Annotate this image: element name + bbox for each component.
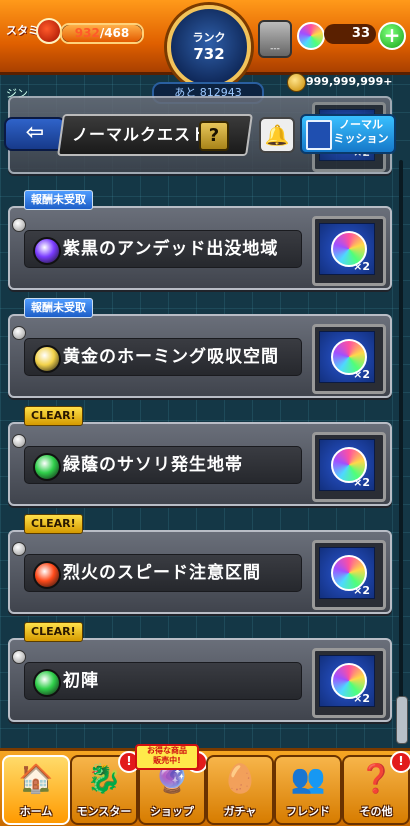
reward-count: ×2 [353,260,370,273]
stamina-icon [36,18,62,44]
quest-name-bar: 黄金のホーミング吸収空間 [24,338,302,376]
scrollbar-track[interactable] [399,160,403,720]
nav-gacha-label: ガチャ [223,805,257,818]
quest-name: 紫黒のアンデッド出没地域 [63,239,279,259]
item-box-count: --- [270,44,280,54]
quest-name: 緑蔭のサソリ発生地帯 [63,455,243,475]
element-icon [33,561,61,589]
back-button[interactable]: ⇦ [4,117,66,151]
nav-monster-label: モンスター [76,805,132,818]
rank-label: ランク [192,31,226,44]
quest-card[interactable]: 黄金のホーミング吸収空間 ×2 [8,314,392,398]
reward-count: ×2 [353,476,370,489]
reward-frame: ×2 [319,331,375,383]
quest-name: 黄金のホーミング吸収空間 [63,347,279,367]
element-icon [33,345,61,373]
stamina-text: 932/468 [62,25,142,42]
element-icon [33,669,61,697]
quest-name-bar: 烈火のスピード注意区間 [24,554,302,592]
clear-badge: CLEAR! [24,406,83,426]
clear-badge: CLEAR! [24,514,83,534]
stamina-current: 932 [74,26,100,40]
gold-amount: 999,999,999+ [306,75,393,88]
nav-monster[interactable]: 🐉 モンスター ! [70,751,140,825]
other-alert-badge: ! [390,751,410,773]
pin-icon [12,542,26,556]
nav-friend[interactable]: 👥 フレンド [274,755,342,825]
quest-card[interactable]: 緑蔭のサソリ発生地帯 ×2 [8,422,392,506]
quest-name-bar: 紫黒のアンデッド出没地域 [24,230,302,268]
pin-icon [12,434,26,448]
pin-icon [12,650,26,664]
rank-value: 732 [193,45,225,63]
reward-slot: ×2 [312,432,386,502]
pin-icon [12,326,26,340]
mission-label-line1: ノーマル [339,118,383,131]
element-icon [33,237,61,265]
nav-home[interactable]: 🏠 ホーム [2,755,70,825]
quest-card[interactable]: 初陣 ×2 [8,638,392,722]
item-box-button[interactable]: --- [258,20,292,58]
stamina-bar: 932/468 [60,23,144,44]
help-button[interactable]: ? [199,121,229,151]
mission-label: ノーマル ミッション [330,118,392,146]
page-title: ノーマルクエスト [72,125,209,144]
reward-frame: ×2 [319,655,375,707]
nav-friend-label: フレンド [286,805,330,818]
reward-count: ×2 [353,692,370,705]
nav-gacha[interactable]: 🥚 ガチャ [206,755,274,825]
book-icon [306,120,332,150]
reward-slot: ×2 [312,648,386,718]
reward-frame: ×2 [319,223,375,275]
gold-coin-icon [287,73,306,92]
gacha-egg-icon: 🥚 [222,762,258,795]
reward-slot: ×2 [312,216,386,286]
quest-card[interactable]: 烈火のスピード注意区間 ×2 [8,530,392,614]
sale-tag-line1: お得な商品 [147,746,187,755]
orb-icon [297,22,325,50]
back-arrow-icon: ⇦ [25,120,45,145]
element-icon [33,453,61,481]
bottom-nav: 🏠 ホーム 🐉 モンスター ! 🔮 ショップ ! 🥚 ガチャ 👥 フレンド ❓ … [0,748,410,826]
rank-badge[interactable]: ランク 732 [167,5,251,89]
friend-icon: 👥 [290,762,326,795]
stamina-max: /468 [99,26,130,40]
reward-count: ×2 [353,368,370,381]
reward-slot: ×2 [312,324,386,394]
mission-label-line2: ミッション [333,132,389,145]
quest-name-bar: 緑蔭のサソリ発生地帯 [24,446,302,484]
sale-tag: お得な商品 販売中! [135,744,199,770]
reward-slot: ×2 [312,540,386,610]
quest-card[interactable]: 紫黒のアンデッド出没地域 ×2 [8,206,392,290]
orb-count: 33 [324,24,376,44]
reward-frame: ×2 [319,439,375,491]
nav-other[interactable]: ❓ その他 ! [342,751,410,825]
pin-icon [12,218,26,232]
reward-frame: ×2 [319,547,375,599]
quest-name: 烈火のスピード注意区間 [63,563,261,583]
reward-count: ×2 [353,584,370,597]
bell-button[interactable]: 🔔 [259,117,295,153]
clear-badge: CLEAR! [24,622,83,642]
scrollbar-thumb[interactable] [396,696,408,744]
nav-other-label: その他 [359,805,393,818]
unclaimed-reward-badge: 報酬未受取 [24,190,93,210]
nav-home-label: ホーム [19,805,53,818]
home-icon: 🏠 [18,762,54,795]
bell-icon: 🔔 [264,123,290,147]
buy-orbs-button[interactable]: + [378,22,406,50]
quest-name: 初陣 [63,671,99,691]
nav-shop-label: ショップ [150,805,194,818]
quest-name-bar: 初陣 [24,662,302,700]
sale-tag-line2: 販売中! [153,756,181,765]
unclaimed-reward-badge: 報酬未受取 [24,298,93,318]
mission-button[interactable]: ノーマル ミッション [300,114,396,154]
